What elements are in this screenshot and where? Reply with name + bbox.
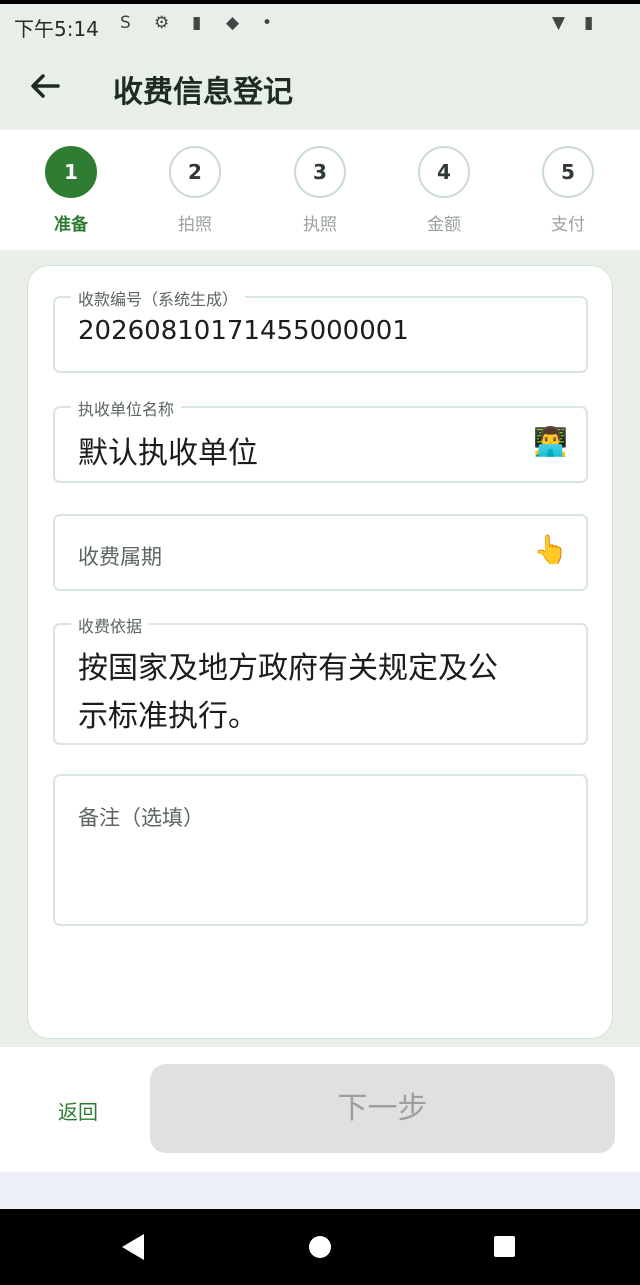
step-label: 支付 — [551, 215, 585, 235]
bottom-spacer — [0, 1172, 640, 1209]
period-field[interactable]: 收费属期 👆 — [53, 514, 588, 591]
step-label: 准备 — [54, 215, 88, 235]
basis-value-line1: 按国家及地方政府有关规定及公 — [78, 651, 498, 686]
page-title: 收费信息登记 — [113, 75, 293, 110]
wifi-icon: ▼ — [552, 13, 566, 33]
unit-name-label: 执收单位名称 — [71, 396, 182, 420]
step-label: 执照 — [303, 215, 337, 235]
back-button[interactable]: 返回 — [58, 1096, 98, 1125]
person-at-computer-icon[interactable]: 👨‍💻 — [533, 428, 568, 456]
next-step-button[interactable]: 下一步 — [150, 1064, 615, 1153]
step-3[interactable]: 3 执照 — [280, 146, 360, 235]
step-1[interactable]: 1 准备 — [31, 146, 111, 235]
unit-name-value: 默认执收单位 — [78, 436, 258, 471]
receipt-number-value: 20260810171455000001 — [78, 316, 409, 346]
remark-placeholder: 备注（选填） — [78, 806, 204, 830]
step-number: 4 — [418, 146, 470, 198]
basis-value-line2: 示标准执行。 — [78, 699, 258, 734]
status-time: 下午5:14 — [14, 17, 99, 41]
status-bar: 下午5:14 S ⚙ ▮ ◆ • ▼ ▮ — [0, 0, 640, 48]
step-2[interactable]: 2 拍照 — [155, 146, 235, 235]
app-bar: 收费信息登记 — [0, 48, 640, 130]
battery-icon: ▮ — [584, 13, 594, 33]
system-nav-bar — [0, 1209, 640, 1285]
stepper: 1 准备 2 拍照 3 执照 4 金额 5 支付 — [0, 130, 640, 250]
step-number: 5 — [542, 146, 594, 198]
bottom-action-bar: 返回 下一步 — [0, 1047, 640, 1172]
step-number: 3 — [294, 146, 346, 198]
notification-icon: ◆ — [226, 13, 240, 33]
receipt-number-field[interactable]: 收款编号（系统生成） 20260810171455000001 — [53, 286, 588, 373]
step-5[interactable]: 5 支付 — [528, 146, 608, 235]
step-number: 1 — [45, 146, 97, 198]
remark-field[interactable]: 备注（选填） — [53, 774, 588, 926]
nav-home-icon[interactable] — [309, 1236, 331, 1258]
pointing-hand-icon[interactable]: 👆 — [533, 536, 568, 564]
step-4[interactable]: 4 金额 — [404, 146, 484, 235]
step-label: 拍照 — [178, 215, 212, 235]
unit-name-field[interactable]: 执收单位名称 默认执收单位 👨‍💻 — [53, 396, 588, 483]
nav-recents-icon[interactable] — [494, 1236, 515, 1257]
step-number: 2 — [169, 146, 221, 198]
step-label: 金额 — [427, 215, 461, 235]
period-placeholder: 收费属期 — [78, 545, 162, 569]
settings-icon: ⚙ — [154, 13, 170, 33]
basis-label: 收费依据 — [71, 613, 150, 637]
sync-icon: S — [120, 13, 131, 33]
form-card: 收款编号（系统生成） 20260810171455000001 执收单位名称 默… — [27, 265, 613, 1039]
receipt-number-label: 收款编号（系统生成） — [71, 286, 246, 310]
sim-card-icon: ▮ — [192, 13, 202, 33]
arrow-left-icon[interactable] — [28, 66, 64, 106]
dot-icon: • — [262, 13, 273, 33]
basis-field[interactable]: 收费依据 按国家及地方政府有关规定及公 示标准执行。 — [53, 613, 588, 745]
nav-back-icon[interactable] — [122, 1234, 144, 1260]
